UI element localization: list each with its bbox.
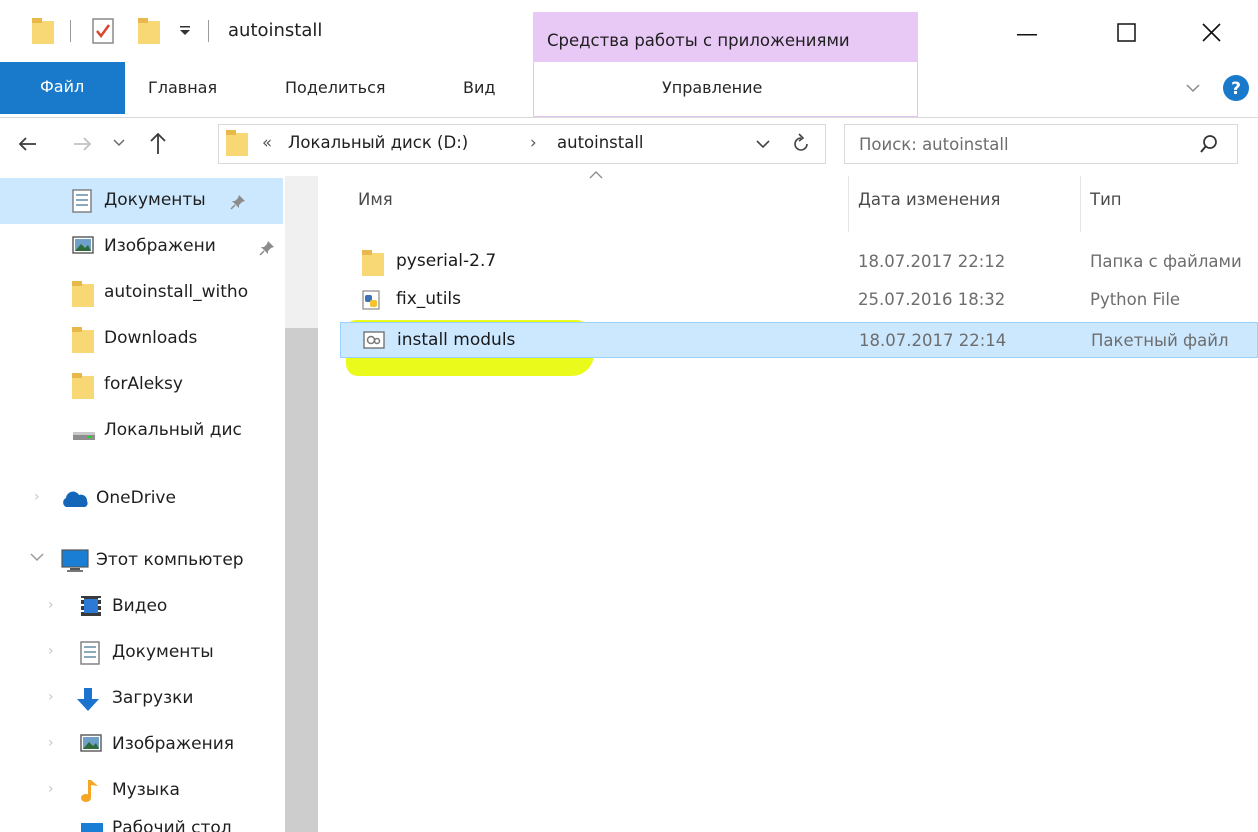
search-input[interactable] bbox=[845, 125, 1189, 163]
refresh-icon[interactable] bbox=[790, 133, 812, 155]
downloads-icon bbox=[74, 687, 102, 713]
nav-item-downloads-folder[interactable]: Downloads bbox=[72, 316, 284, 362]
svg-text:?: ? bbox=[1231, 79, 1241, 99]
new-folder-icon[interactable] bbox=[138, 18, 160, 44]
customize-qat-icon[interactable] bbox=[178, 24, 192, 38]
tab-manage[interactable]: Управление bbox=[662, 78, 762, 97]
expand-chevron-icon[interactable]: › bbox=[48, 781, 54, 797]
nav-item-pc-downloads[interactable]: Загрузки bbox=[74, 676, 286, 722]
nav-item-onedrive[interactable]: OneDrive bbox=[60, 476, 272, 522]
collapse-chevron-icon[interactable] bbox=[30, 552, 44, 562]
tab-view[interactable]: Вид bbox=[463, 78, 495, 97]
documents-icon bbox=[80, 641, 100, 665]
pin-icon[interactable] bbox=[229, 193, 247, 211]
tab-file[interactable]: Файл bbox=[0, 62, 125, 114]
cloud-icon bbox=[60, 489, 90, 509]
expand-chevron-icon[interactable]: › bbox=[34, 489, 40, 505]
breadcrumb-overflow[interactable]: « bbox=[262, 133, 272, 152]
close-button[interactable] bbox=[1180, 4, 1250, 60]
nav-item-pc-desktop[interactable]: Рабочий стол bbox=[80, 814, 292, 832]
recent-locations-icon[interactable] bbox=[113, 138, 125, 148]
documents-icon bbox=[72, 189, 92, 213]
nav-item-documents[interactable]: Документы bbox=[72, 178, 284, 224]
sort-ascending-icon bbox=[589, 170, 603, 180]
desktop-icon bbox=[80, 822, 104, 832]
file-row-pyserial[interactable]: pyserial-2.7 18.07.2017 22:12 Папка с фа… bbox=[340, 244, 1258, 280]
folder-icon bbox=[72, 281, 94, 307]
batch-file-icon bbox=[363, 331, 385, 349]
nav-item-pc-pictures[interactable]: Изображения bbox=[80, 722, 292, 768]
breadcrumb-local-disk[interactable]: Локальный диск (D:) bbox=[288, 133, 468, 152]
folder-icon bbox=[32, 18, 54, 44]
search-box[interactable] bbox=[844, 124, 1238, 164]
search-icon[interactable] bbox=[1198, 133, 1220, 155]
breadcrumb-separator[interactable]: › bbox=[530, 133, 537, 152]
folder-icon bbox=[362, 250, 384, 276]
expand-chevron-icon[interactable]: › bbox=[48, 735, 54, 751]
forward-icon[interactable] bbox=[70, 132, 94, 156]
maximize-button[interactable] bbox=[1090, 4, 1160, 60]
file-row-fix-utils[interactable]: fix_utils 25.07.2016 18:32 Python File bbox=[340, 282, 1258, 318]
address-dropdown-icon[interactable] bbox=[756, 139, 770, 149]
folder-icon bbox=[226, 130, 248, 156]
tab-share[interactable]: Поделиться bbox=[285, 78, 386, 97]
contextual-group-label: Средства работы с приложениями bbox=[547, 31, 850, 50]
window-title: autoinstall bbox=[228, 20, 323, 41]
pictures-icon bbox=[80, 733, 102, 753]
column-header-name[interactable]: Имя bbox=[358, 190, 393, 209]
contextual-tab-group: Средства работы с приложениями bbox=[533, 12, 918, 62]
properties-icon[interactable] bbox=[92, 18, 114, 44]
music-icon bbox=[80, 779, 100, 803]
column-header-type[interactable]: Тип bbox=[1090, 190, 1122, 209]
pictures-icon bbox=[72, 235, 94, 255]
expand-chevron-icon[interactable]: › bbox=[48, 689, 54, 705]
nav-scrollbar-thumb[interactable] bbox=[285, 328, 318, 832]
file-row-install-moduls[interactable]: install moduls 18.07.2017 22:14 Пакетный… bbox=[340, 322, 1258, 358]
up-icon[interactable] bbox=[146, 130, 170, 156]
nav-item-local-disk[interactable]: Локальный дис bbox=[72, 408, 284, 454]
computer-icon bbox=[60, 549, 90, 573]
nav-item-autoinstall-without[interactable]: autoinstall_witho bbox=[72, 270, 284, 316]
minimize-button[interactable] bbox=[995, 4, 1065, 60]
nav-item-pc-music[interactable]: Музыка bbox=[80, 768, 292, 814]
nav-item-pc-documents[interactable]: Документы bbox=[80, 630, 292, 676]
back-icon[interactable] bbox=[16, 132, 40, 156]
column-header-date[interactable]: Дата изменения bbox=[858, 190, 1000, 209]
nav-item-this-pc[interactable]: Этот компьютер bbox=[60, 538, 272, 584]
expand-ribbon-icon[interactable] bbox=[1186, 82, 1200, 94]
video-icon bbox=[80, 595, 102, 617]
python-file-icon bbox=[362, 290, 380, 310]
nav-item-video[interactable]: Видео bbox=[80, 584, 292, 630]
nav-item-pictures[interactable]: Изображени bbox=[72, 224, 284, 270]
tab-home[interactable]: Главная bbox=[148, 78, 217, 97]
folder-icon bbox=[72, 373, 94, 399]
folder-icon bbox=[72, 327, 94, 353]
pin-icon[interactable] bbox=[258, 239, 276, 257]
drive-icon bbox=[72, 419, 96, 443]
nav-item-foraleksy[interactable]: forAleksy bbox=[72, 362, 284, 408]
expand-chevron-icon[interactable]: › bbox=[48, 643, 54, 659]
breadcrumb-autoinstall[interactable]: autoinstall bbox=[557, 133, 644, 152]
help-icon[interactable]: ? bbox=[1222, 74, 1250, 102]
expand-chevron-icon[interactable]: › bbox=[48, 597, 54, 613]
